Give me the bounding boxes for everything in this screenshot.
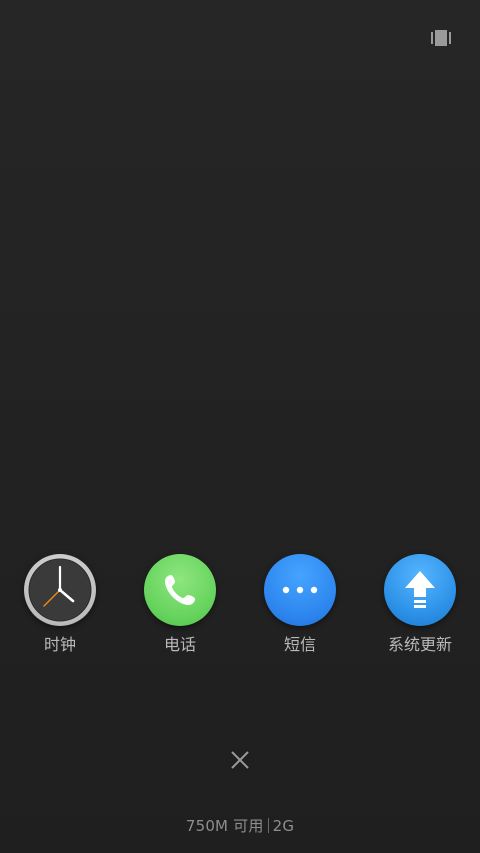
- update-icon: [384, 554, 456, 626]
- phone-icon: [144, 554, 216, 626]
- recent-apps-row: 时钟 电话 短信 系统更新: [0, 554, 480, 664]
- app-messages[interactable]: 短信: [245, 554, 355, 655]
- app-label: 时钟: [43, 635, 76, 654]
- close-icon: [231, 751, 249, 769]
- layout-toggle-button[interactable]: [428, 26, 454, 50]
- clock-icon: [24, 554, 96, 626]
- message-icon: [264, 554, 336, 626]
- recent-apps-screen: 时钟 电话 短信 系统更新 750M 可用 2G: [0, 0, 480, 853]
- app-label: 短信: [283, 635, 316, 654]
- app-system-update[interactable]: 系统更新: [365, 554, 475, 655]
- memory-status: 750M 可用 2G: [0, 815, 480, 836]
- app-label: 系统更新: [387, 635, 452, 654]
- app-clock[interactable]: 时钟: [5, 554, 115, 655]
- memory-total: 2G: [272, 817, 295, 835]
- app-label: 电话: [163, 635, 196, 654]
- memory-separator: [267, 818, 269, 833]
- layout-toggle-icon: [431, 30, 451, 46]
- memory-available: 750M 可用: [185, 817, 264, 835]
- app-phone[interactable]: 电话: [125, 554, 235, 655]
- clear-all-button[interactable]: [222, 742, 258, 778]
